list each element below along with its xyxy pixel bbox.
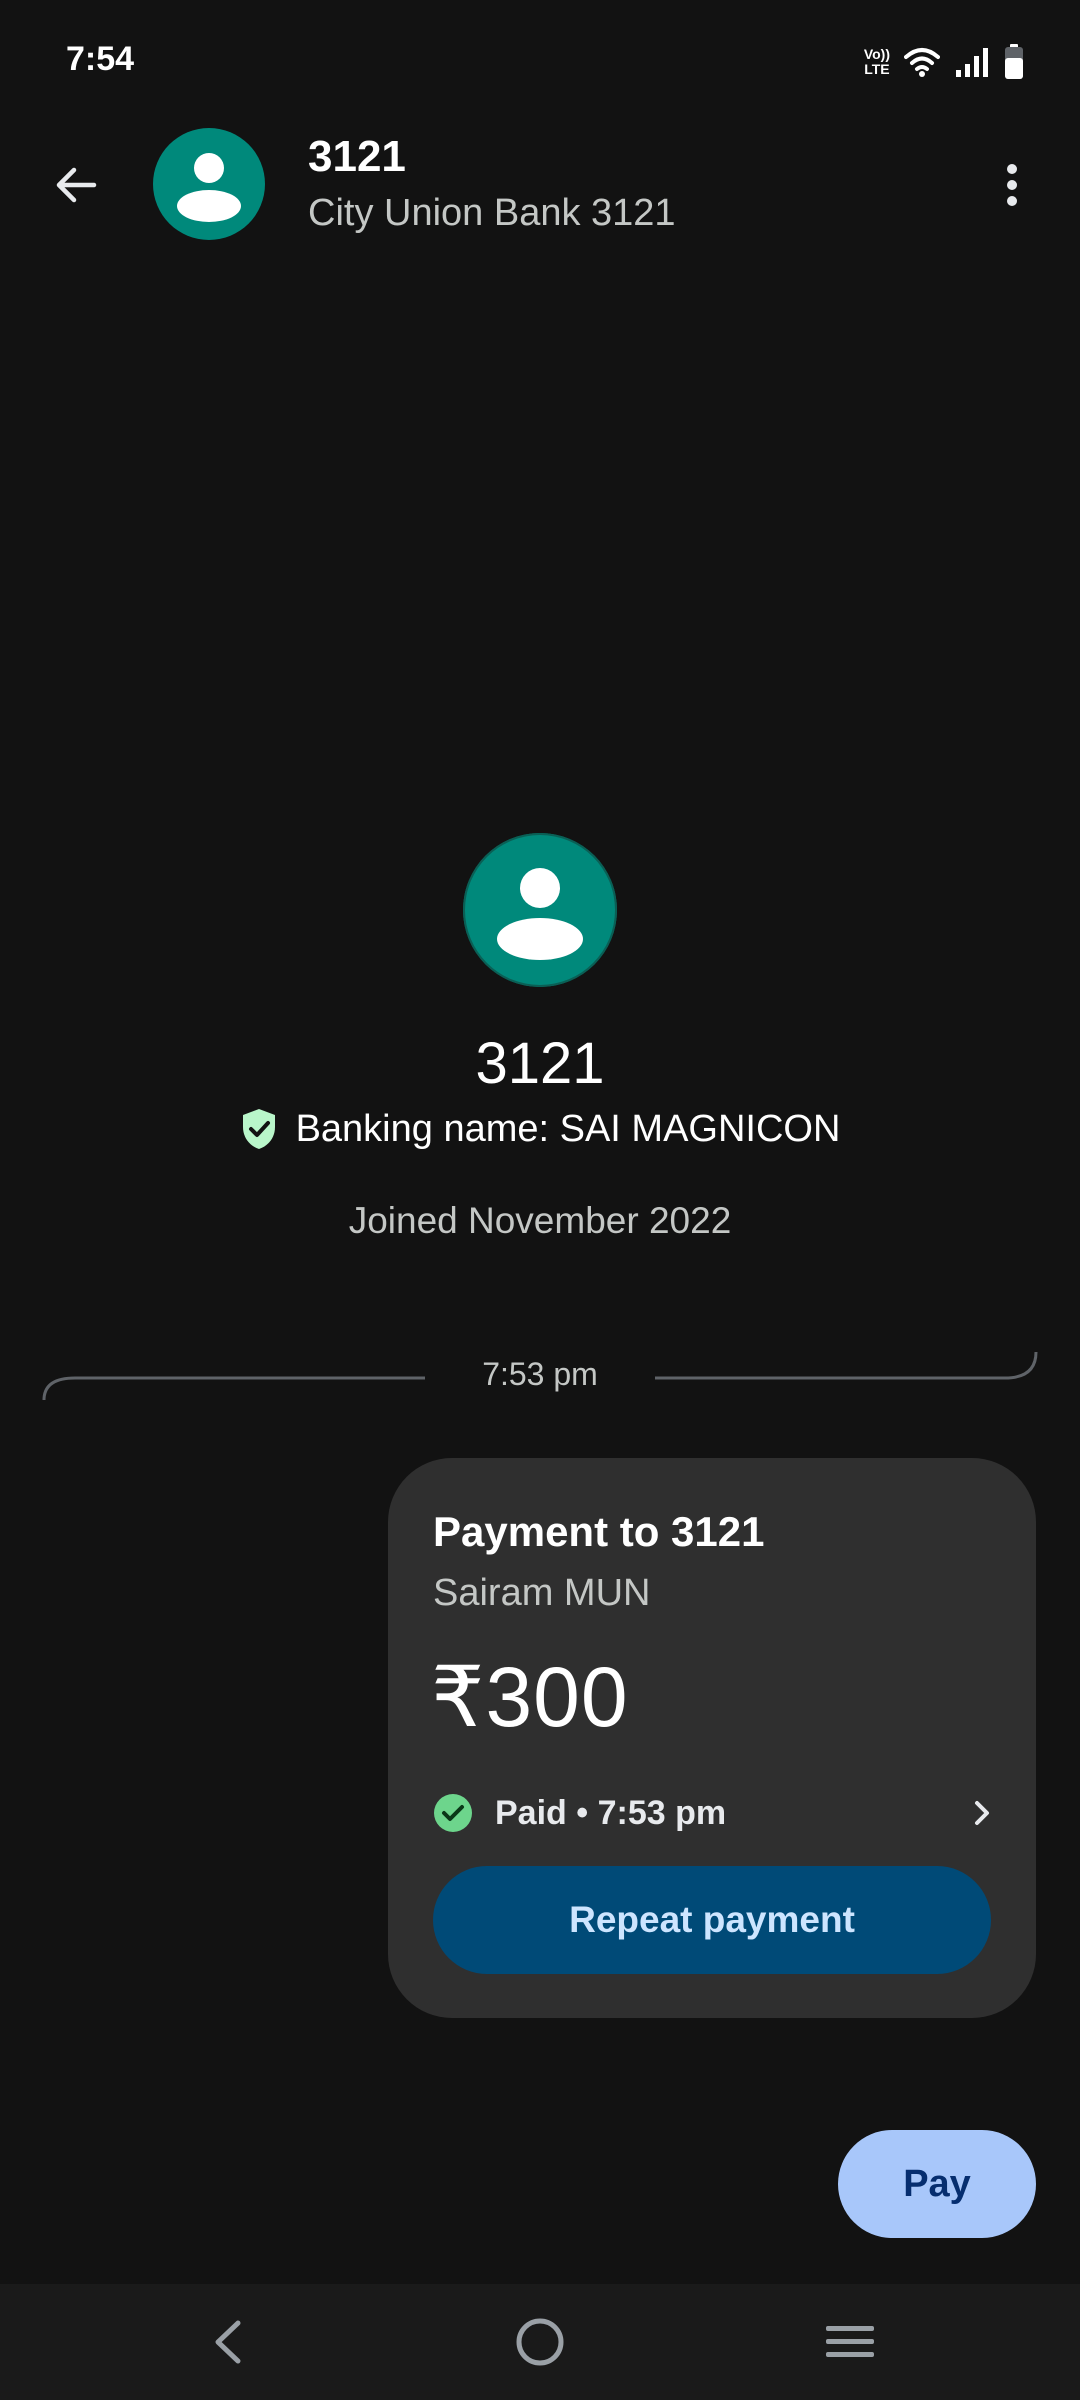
contact-avatar[interactable]	[153, 128, 265, 240]
payment-title: Payment to 3121	[433, 1508, 765, 1555]
person-icon	[497, 868, 583, 960]
payment-status-row[interactable]: Paid • 7:53 pm	[433, 1783, 1003, 1843]
payment-card[interactable]: Payment to 3121 Sairam MUN ₹300 Paid • 7…	[388, 1458, 1036, 2018]
status-time: 7:54	[66, 40, 135, 78]
status-bar: 7:54 Vo)) LTE	[0, 0, 1080, 120]
payment-subtitle: Sairam MUN	[433, 1572, 651, 1614]
profile-name: 3121	[475, 1031, 605, 1096]
system-nav-bar	[0, 2284, 1080, 2400]
joined-date: Joined November 2022	[348, 1200, 732, 1241]
verified-shield-icon	[242, 1109, 275, 1149]
nav-back-button[interactable]	[178, 2302, 278, 2382]
more-vert-icon	[1007, 164, 1017, 206]
volte-icon: Vo)) LTE	[863, 46, 890, 77]
wifi-icon	[904, 48, 940, 77]
chevron-right-icon	[975, 1801, 989, 1825]
header-subtitle: City Union Bank 3121	[308, 192, 676, 234]
battery-icon	[1005, 44, 1023, 79]
back-button[interactable]	[36, 145, 116, 225]
payment-status: Paid • 7:53 pm	[495, 1793, 727, 1832]
payment-amount: ₹300	[431, 1650, 629, 1744]
home-circle-icon	[516, 2318, 564, 2366]
nav-recents-button[interactable]	[800, 2302, 900, 2382]
person-icon	[177, 153, 241, 222]
repeat-payment-button[interactable]: Repeat payment	[433, 1866, 991, 1974]
header-title: 3121	[308, 132, 406, 181]
signal-icon	[956, 48, 988, 77]
app-header: 3121 City Union Bank 3121	[0, 120, 1080, 250]
banking-name: Banking name: SAI MAGNICON	[295, 1107, 841, 1150]
pay-button[interactable]: Pay	[838, 2130, 1036, 2238]
banking-name-row: Banking name: SAI MAGNICON	[0, 1107, 1080, 1151]
check-circle-icon	[434, 1794, 472, 1832]
nav-back-icon	[215, 2320, 241, 2364]
more-options-button[interactable]	[972, 145, 1052, 225]
recents-menu-icon	[826, 2326, 874, 2357]
timeline-time: 7:53 pm	[482, 1356, 598, 1392]
arrow-back-icon	[56, 167, 97, 203]
status-icons: Vo)) LTE	[864, 40, 1024, 84]
profile-avatar	[463, 833, 617, 987]
nav-home-button[interactable]	[490, 2302, 590, 2382]
